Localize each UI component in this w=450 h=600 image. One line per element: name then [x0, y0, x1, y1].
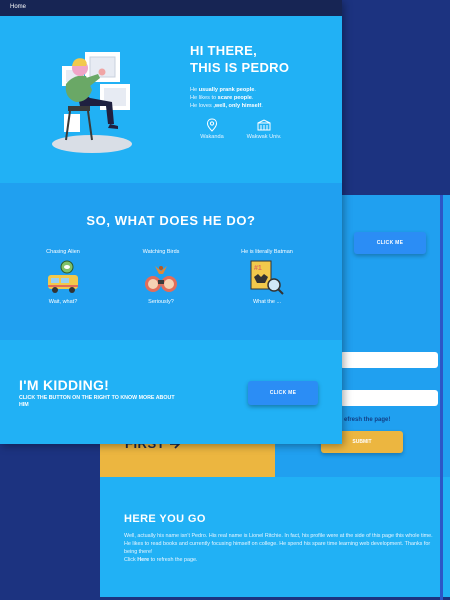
university-icon	[257, 119, 271, 131]
card-caption-seriously: Seriously?	[148, 299, 174, 305]
location-label: Wakanda	[200, 134, 224, 140]
card-title-chasing-alien: Chasing Alien	[46, 249, 80, 255]
hero-line-1-post: .	[254, 87, 256, 93]
hero-title-line-2: THIS IS PEDRO	[190, 60, 290, 75]
map-pin-icon	[206, 118, 218, 132]
front-page: Home HI THERE, THIS IS PEDRO He usually …	[0, 0, 342, 444]
hero-title-line-1: HI THERE,	[190, 43, 257, 58]
hero-line-2-post: .	[251, 95, 254, 101]
click-me-button[interactable]: CLICK ME	[248, 381, 318, 405]
kidding-title: I'M KIDDING!	[19, 377, 110, 393]
card-title-watching-birds: Watching Birds	[142, 249, 180, 255]
hero-line-3-bold: ,well, only himself	[213, 103, 262, 109]
top-nav-bar: Home	[0, 0, 342, 16]
card-title-batman: He is literally Batman	[241, 249, 293, 255]
card-caption-wait-what: Wait, what?	[48, 299, 78, 305]
hero-line-1: He usually prank people.	[190, 87, 256, 93]
here-you-go-title: HERE YOU GO	[124, 513, 206, 525]
van-icon	[48, 260, 78, 293]
kidding-subtitle: CLICK THE BUTTON ON THE RIGHT TO KNOW MO…	[19, 395, 175, 408]
here-you-go-text: Well, actually his name isn't Pedro. His…	[124, 532, 436, 564]
hero-line-1-pre: He	[190, 87, 199, 93]
svg-text:#1: #1	[254, 265, 262, 272]
here-click-prefix: Click	[124, 557, 138, 563]
here-click-suffix: to refresh the page.	[149, 557, 198, 563]
hero-line-1-bold: usually prank people	[198, 87, 255, 93]
school-block: Wakwak Univ.	[242, 118, 286, 140]
here-link[interactable]: Here	[137, 557, 149, 563]
hero-line-3: He loves ,well, only himself.	[190, 103, 263, 109]
school-label: Wakwak Univ.	[246, 134, 282, 140]
hero-title: HI THERE, THIS IS PEDRO	[190, 42, 330, 76]
here-you-go-paragraph: Well, actually his name isn't Pedro. His…	[124, 533, 433, 555]
birds-binoculars-icon	[145, 266, 177, 292]
hero-line-2-bold: scare people	[217, 95, 252, 101]
hero-line-3-post: .	[261, 103, 263, 109]
hero-line-2: He likes to scare people.	[190, 95, 253, 101]
what-title: SO, WHAT DOES HE DO?	[86, 213, 256, 228]
location-block: Wakanda	[194, 118, 230, 140]
back-text-input-2[interactable]	[340, 390, 438, 406]
batman-comic-icon: #1	[250, 260, 284, 295]
hero-line-3-pre: He loves	[190, 103, 214, 109]
pedro-illustration	[52, 52, 132, 153]
home-link[interactable]: Home	[10, 4, 26, 10]
hero-line-2-pre: He likes to	[190, 95, 218, 101]
back-click-me-button[interactable]: CLICK ME	[354, 232, 426, 254]
back-page-edge	[440, 195, 443, 600]
card-caption-what-the: What the ...	[252, 299, 282, 305]
back-text-input-1[interactable]	[340, 352, 438, 368]
back-refresh-link[interactable]: efresh the page!	[344, 417, 390, 423]
